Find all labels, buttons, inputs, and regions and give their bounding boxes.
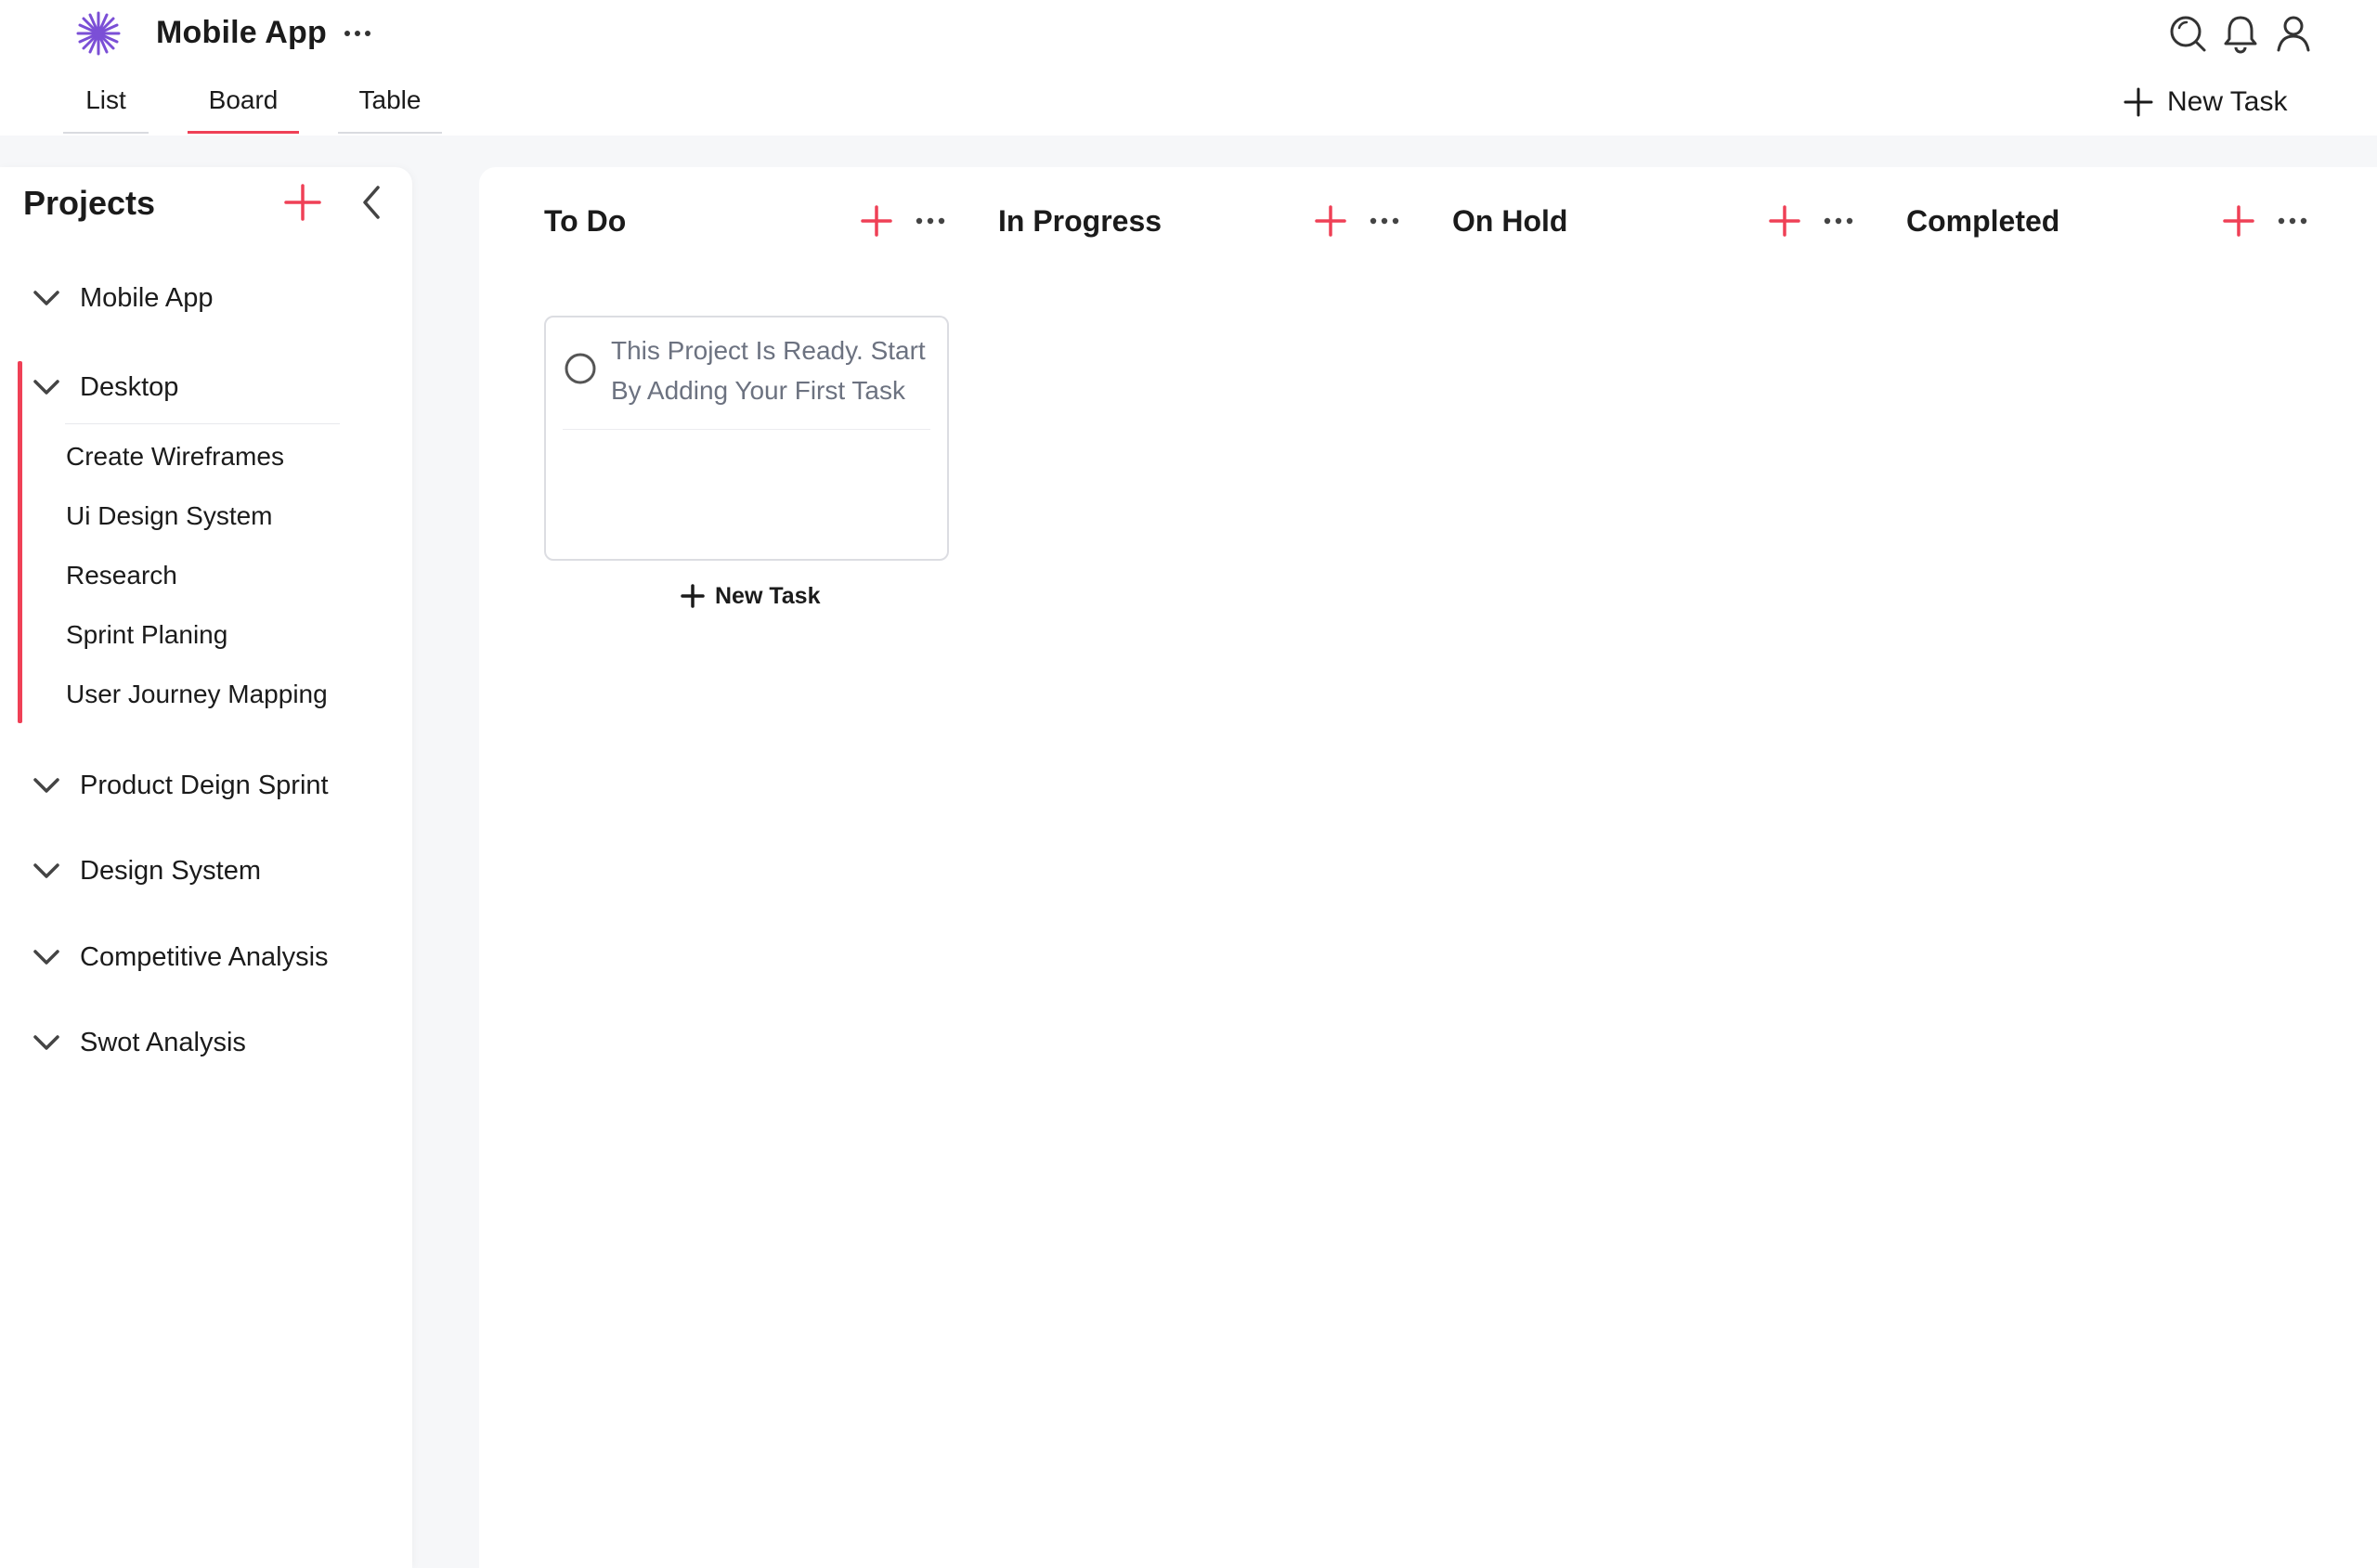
new-task-button[interactable]: New Task <box>2123 82 2288 123</box>
more-options-icon[interactable] <box>342 20 373 46</box>
project-swot-analysis[interactable]: Swot Analysis <box>28 1017 381 1069</box>
plus-icon <box>2124 87 2153 117</box>
divider <box>563 429 930 430</box>
task-placeholder-text: This Project Is Ready. Start By Adding Y… <box>611 336 926 405</box>
project-product-deign-sprint[interactable]: Product Deign Sprint <box>28 759 381 811</box>
column-header-to-do: To Do <box>544 197 953 249</box>
app-title: Mobile App <box>156 15 327 50</box>
column-header-completed: Completed <box>1906 197 2315 249</box>
column-header-in-progress: In Progress <box>998 197 1407 249</box>
circle-checkbox-icon[interactable] <box>563 351 598 386</box>
new-task-label: New Task <box>2167 86 2288 117</box>
tab-list[interactable]: List <box>63 82 149 134</box>
project-label: Desktop <box>80 371 179 402</box>
tab-table[interactable]: Table <box>338 82 442 134</box>
column-title: To Do <box>544 204 627 238</box>
chevron-down-icon <box>33 863 59 878</box>
project-label: Product Deign Sprint <box>80 770 329 800</box>
subproject-sprint-planing[interactable]: Sprint Planing <box>66 620 227 665</box>
subproject-research[interactable]: Research <box>66 561 177 605</box>
divider <box>65 423 340 424</box>
project-label: Design System <box>80 855 262 886</box>
project-design-system[interactable]: Design System <box>28 845 381 897</box>
add-task-icon[interactable] <box>858 202 895 240</box>
chevron-down-icon <box>33 291 59 305</box>
column-more-icon[interactable] <box>912 202 949 240</box>
add-project-icon[interactable] <box>282 182 323 223</box>
project-label: Swot Analysis <box>80 1027 246 1057</box>
chevron-down-icon <box>33 1035 59 1050</box>
add-task-icon[interactable] <box>2220 202 2257 240</box>
chevron-down-icon <box>33 778 59 793</box>
active-project-indicator <box>18 361 22 723</box>
project-label: Competitive Analysis <box>80 941 329 972</box>
column-more-icon[interactable] <box>2274 202 2311 240</box>
subproject-ui-design-system[interactable]: Ui Design System <box>66 501 273 546</box>
search-icon[interactable] <box>2167 13 2208 54</box>
project-desktop[interactable]: Desktop <box>28 361 381 413</box>
subproject-user-journey-mapping[interactable]: User Journey Mapping <box>66 680 328 724</box>
column-more-icon[interactable] <box>1366 202 1403 240</box>
chevron-down-icon <box>33 380 59 395</box>
collapse-sidebar-icon[interactable] <box>353 182 390 223</box>
column-more-icon[interactable] <box>1820 202 1857 240</box>
subproject-create-wireframes[interactable]: Create Wireframes <box>66 442 284 486</box>
add-task-icon[interactable] <box>1766 202 1803 240</box>
project-mobile-app[interactable]: Mobile App <box>28 272 381 324</box>
top-header: Mobile App List Board Table New Task <box>0 0 2377 136</box>
projects-sidebar: Projects Mobile App Desktop Create Wiref… <box>0 167 412 1568</box>
tab-label: List <box>85 85 126 114</box>
chevron-down-icon <box>33 950 59 965</box>
bell-icon[interactable] <box>2220 13 2261 54</box>
user-icon[interactable] <box>2273 13 2314 54</box>
column-new-task-button[interactable]: New Task <box>680 577 820 615</box>
column-title: In Progress <box>998 204 1163 238</box>
column-header-on-hold: On Hold <box>1452 197 1861 249</box>
column-title: Completed <box>1906 204 2060 238</box>
project-label: Mobile App <box>80 282 214 313</box>
tab-label: Table <box>358 85 422 114</box>
sidebar-title: Projects <box>23 184 156 222</box>
new-task-label: New Task <box>715 582 821 609</box>
task-card[interactable]: This Project Is Ready. Start By Adding Y… <box>544 316 949 561</box>
tab-board[interactable]: Board <box>188 82 299 134</box>
app-logo-icon <box>76 11 121 56</box>
project-competitive-analysis[interactable]: Competitive Analysis <box>28 931 381 983</box>
kanban-board: To Do In Progress On Hold Completed This… <box>479 167 2377 1568</box>
plus-icon <box>681 584 705 608</box>
tab-label: Board <box>208 85 279 114</box>
column-title: On Hold <box>1452 204 1568 238</box>
add-task-icon[interactable] <box>1312 202 1349 240</box>
